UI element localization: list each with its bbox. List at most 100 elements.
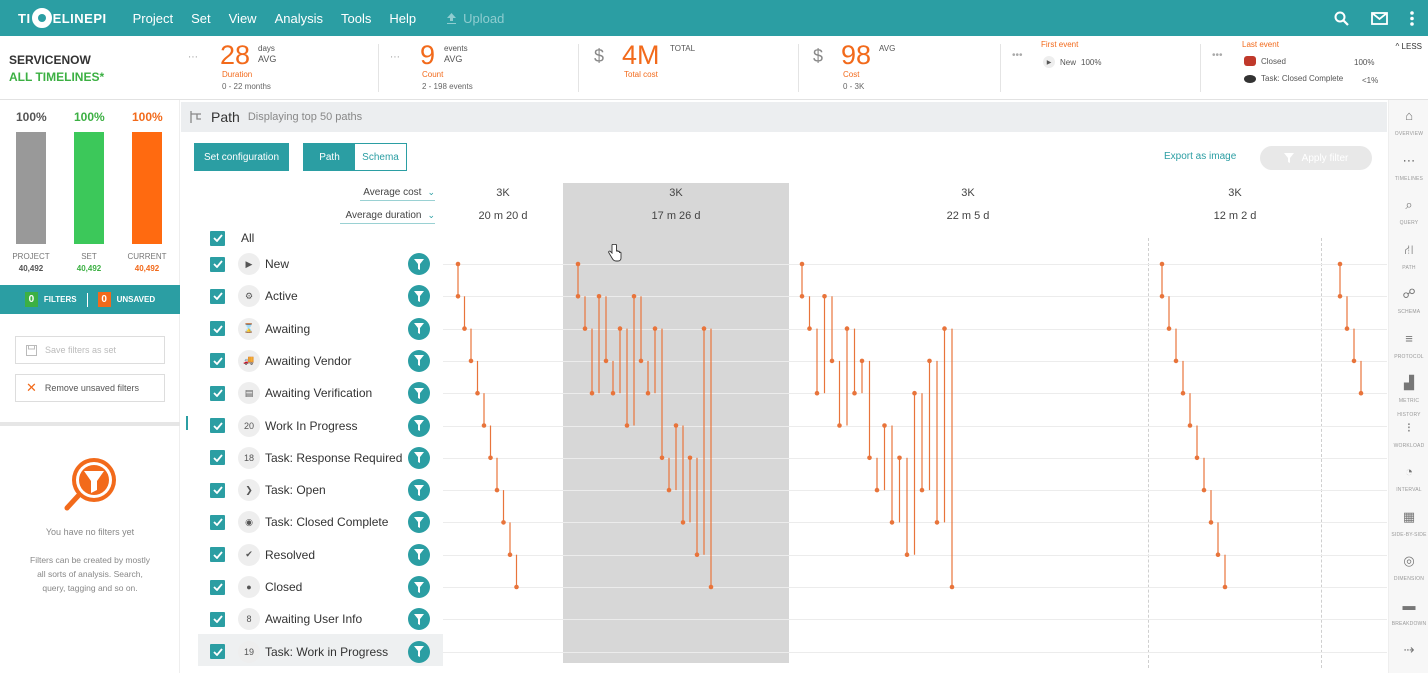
sidebar-item-dimension[interactable]: ◎ DIMENSION <box>1389 553 1428 583</box>
path-node <box>652 326 658 331</box>
path-node <box>799 261 805 267</box>
path-node <box>1159 261 1165 267</box>
sidebar-caption: QUERY <box>1399 220 1419 226</box>
path-node <box>1337 261 1343 267</box>
path-node <box>694 552 700 557</box>
path-node <box>624 423 630 428</box>
path-node <box>1173 358 1179 364</box>
path-node <box>874 487 880 493</box>
path-node <box>1194 455 1200 461</box>
path-node <box>631 294 637 299</box>
path-node <box>927 358 932 364</box>
path-node <box>882 423 887 428</box>
sidebar-item-metric-history[interactable]: ▟ METRIC HISTORY <box>1389 375 1428 419</box>
sidebar-item-timelines[interactable]: ⋯ TIMELINES <box>1389 153 1428 183</box>
more-vertical-icon[interactable] <box>1410 10 1414 26</box>
sidebar-item-side-by-side[interactable]: ▦ SIDE-BY-SIDE <box>1389 509 1428 539</box>
path-node <box>514 584 519 590</box>
sidebar-caption: DIMENSION <box>1393 576 1425 582</box>
path-node <box>666 487 672 493</box>
path-node <box>1180 390 1186 396</box>
path-node <box>673 423 679 428</box>
metric-history-icon: ▟ <box>1404 375 1414 390</box>
sidebar-item-protocol[interactable]: ≡ PROTOCOL <box>1389 331 1428 361</box>
workload-icon: ⁝ <box>1406 419 1412 435</box>
path-node <box>1337 294 1343 299</box>
path-node <box>852 390 857 396</box>
path-node <box>889 520 895 525</box>
sidebar-caption: TIMELINES <box>1394 175 1424 182</box>
sidebar-item-overview[interactable]: ⌂ OVERVIEW <box>1389 108 1428 138</box>
path-node <box>1344 326 1350 331</box>
path-node <box>582 326 588 331</box>
sidebar-caption: INTERVAL <box>1396 487 1422 493</box>
more-icon: ⇢ <box>1403 642 1415 657</box>
sidebar-caption: PATH <box>1402 264 1416 271</box>
path-node <box>708 584 714 590</box>
sidebar-item-query[interactable]: ⌕ QUERY <box>1389 197 1428 227</box>
path-node <box>603 358 609 364</box>
sidebar-item-breakdown[interactable]: ▬ BREAKDOWN <box>1389 598 1428 628</box>
schema-icon: ☍ <box>1402 286 1416 301</box>
path-node <box>455 294 461 299</box>
query-icon: ⌕ <box>1405 197 1413 212</box>
sidebar-item-workload[interactable]: ⁝ WORKLOAD <box>1389 420 1428 450</box>
sidebar-caption: METRIC HISTORY <box>1397 398 1421 418</box>
path-node <box>1159 294 1165 299</box>
right-sidebar: ⌂ OVERVIEW ⋯ TIMELINES ⌕ QUERY ⛙ PATH ☍ SCHEMA ≡ PR… <box>1388 100 1428 673</box>
path-node <box>822 294 827 299</box>
path-node <box>501 520 506 525</box>
path-node <box>687 455 693 461</box>
path-node <box>829 358 835 364</box>
path-node <box>575 294 581 299</box>
sidebar-caption: SCHEMA <box>1397 309 1421 315</box>
path-node <box>596 294 602 299</box>
path-node <box>799 294 805 299</box>
path-node <box>837 423 842 428</box>
path-node <box>912 390 917 396</box>
path-node <box>610 390 616 396</box>
path-node <box>1166 326 1172 331</box>
sidebar-item-schema[interactable]: ☍ SCHEMA <box>1389 286 1428 316</box>
timelines-icon: ⋯ <box>1402 152 1416 168</box>
path-node <box>468 358 474 364</box>
interval-icon: ◔ <box>1405 464 1413 479</box>
path-node <box>1187 423 1193 428</box>
path-node <box>807 326 812 331</box>
path-node <box>1351 358 1357 364</box>
sidebar-caption: BREAKDOWN <box>1391 620 1427 627</box>
path-node <box>814 390 820 396</box>
protocol-icon: ≡ <box>1405 330 1413 346</box>
path-node <box>645 390 651 396</box>
path-node <box>659 455 665 461</box>
sidebar-item-path[interactable]: ⛙ PATH <box>1389 242 1428 272</box>
path-diagram[interactable] <box>0 0 1388 673</box>
path-node <box>575 261 581 267</box>
path-node <box>942 326 947 331</box>
sidebar-item-interval[interactable]: ◔ INTERVAL <box>1389 464 1428 494</box>
less-toggle[interactable]: ^ LESS <box>1396 42 1422 51</box>
path-icon: ⛙ <box>1404 241 1414 257</box>
path-node <box>455 261 461 267</box>
path-node <box>1201 487 1207 493</box>
breakdown-icon: ▬ <box>1402 597 1416 613</box>
sidebar-caption: OVERVIEW <box>1394 131 1424 137</box>
path-node <box>475 390 480 396</box>
path-node <box>638 358 644 364</box>
hand-cursor-icon <box>608 244 622 262</box>
path-node <box>934 520 940 525</box>
path-node <box>589 390 595 396</box>
path-node <box>481 423 487 428</box>
path-node <box>859 358 865 364</box>
side-by-side-icon: ▦ <box>1402 508 1416 524</box>
path-node <box>507 552 513 557</box>
path-node <box>617 326 623 331</box>
path-node <box>462 326 467 331</box>
sidebar-item-more[interactable]: ⇢ <box>1389 642 1428 658</box>
path-node <box>919 487 925 493</box>
path-node <box>1222 584 1228 590</box>
sidebar-caption: WORKLOAD <box>1393 442 1425 449</box>
path-node <box>680 520 686 525</box>
path-node <box>949 584 955 590</box>
sidebar-caption: PROTOCOL <box>1394 353 1424 360</box>
